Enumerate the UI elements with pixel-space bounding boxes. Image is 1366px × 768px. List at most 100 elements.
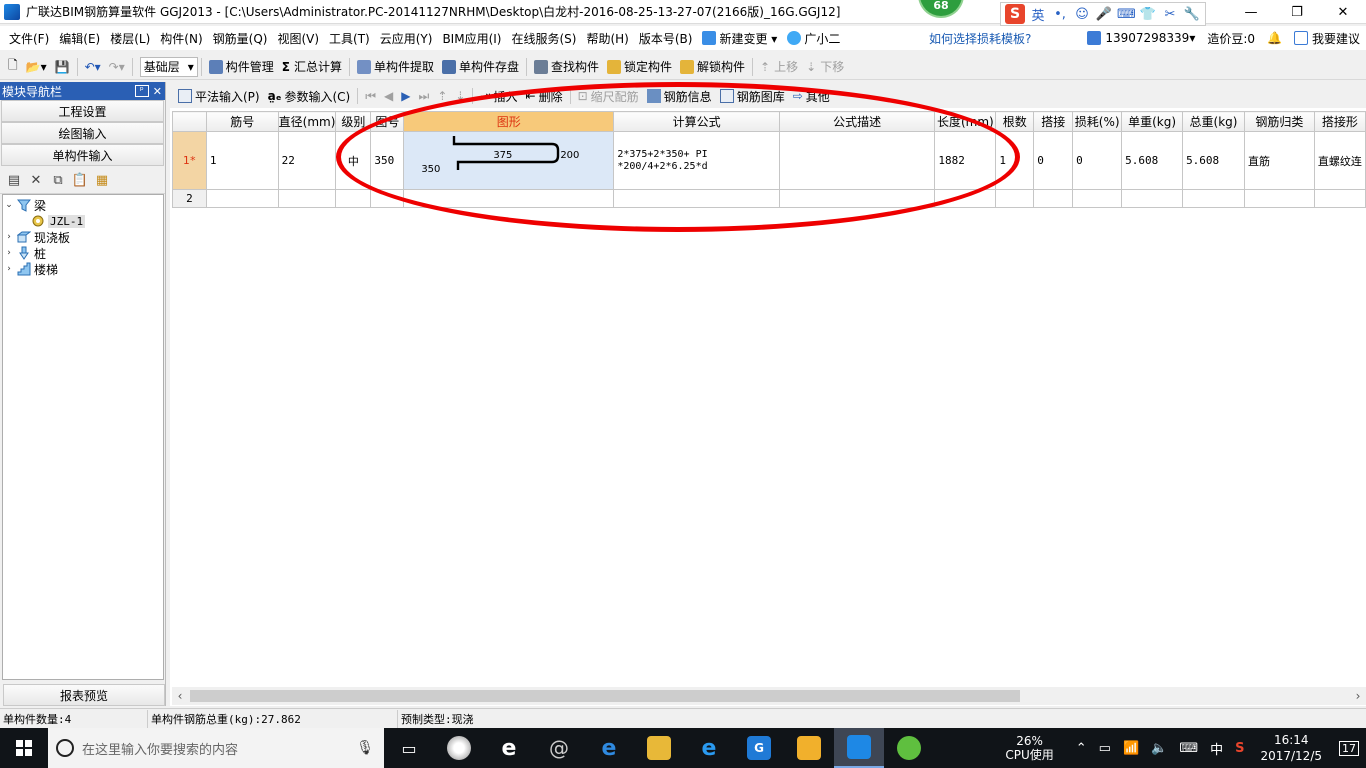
first-record-button[interactable]: ⏮	[361, 85, 380, 107]
col-header-formula[interactable]: 计算公式	[613, 111, 780, 132]
chevron-right-icon[interactable]: ›	[3, 232, 15, 242]
scroll-left-icon[interactable]: ‹	[172, 689, 188, 703]
ime-lang-toggle[interactable]: 英	[1029, 5, 1047, 24]
menu-tools[interactable]: 工具(T)	[324, 30, 375, 47]
cell-unit-weight[interactable]	[1121, 189, 1184, 208]
taskbar-search[interactable]: 在这里输入你要搜索的内容 🎙	[48, 728, 384, 768]
cell-shape-no[interactable]	[370, 189, 405, 208]
floor-layer-select[interactable]: 基础层 ▾	[139, 56, 198, 77]
minimize-button[interactable]: —	[1228, 0, 1274, 24]
other-button[interactable]: ⇨ 其他	[789, 85, 834, 107]
cell-lap-type[interactable]: 直螺纹连	[1313, 131, 1366, 190]
nav-section-project-settings[interactable]: 工程设置	[1, 100, 164, 122]
ime-skin-icon[interactable]: 👕	[1139, 7, 1157, 22]
cell-grade[interactable]: 中	[335, 131, 372, 190]
open-folder-icon[interactable]: 📂▾	[22, 56, 51, 78]
tree-item-jzl-1[interactable]: JZL-1	[3, 213, 163, 229]
pin-icon[interactable]: ᵖ	[134, 84, 149, 97]
start-button[interactable]	[0, 728, 48, 768]
cell-loss[interactable]	[1072, 189, 1123, 208]
cell-loss[interactable]: 0	[1072, 131, 1123, 190]
action-center-button[interactable]: 17	[1332, 740, 1366, 756]
cell-category[interactable]: 直筋	[1243, 131, 1315, 190]
summary-calc-button[interactable]: Σ 汇总计算	[278, 56, 346, 78]
menu-component[interactable]: 构件(N)	[155, 30, 207, 47]
menu-view[interactable]: 视图(V)	[272, 30, 324, 47]
tree-item-stairs[interactable]: › 楼梯	[3, 261, 163, 277]
scale-rebar-button[interactable]: ⊡ 缩尺配筋	[574, 85, 643, 107]
import-icon[interactable]: ▦	[94, 173, 110, 189]
taskbar-app-green[interactable]	[884, 728, 934, 768]
sogou-tray-icon[interactable]: S	[1229, 741, 1250, 756]
loss-template-help-link[interactable]: 如何选择损耗模板?	[929, 30, 1031, 47]
col-header-lap[interactable]: 搭接	[1033, 111, 1074, 132]
ime-toolbar[interactable]: S 英 •, ☺ 🎤 ⌨ 👕 ✂ 🔧	[1000, 2, 1206, 26]
scroll-track[interactable]	[188, 689, 1350, 703]
cell-bar-no[interactable]	[205, 189, 279, 208]
new-change-menu[interactable]: 新建变更 ▾	[697, 30, 782, 47]
find-component-button[interactable]: 查找构件	[530, 56, 603, 78]
table-row[interactable]: 2	[172, 189, 1366, 208]
row-header[interactable]: 2	[172, 189, 207, 208]
cell-total-weight[interactable]	[1182, 189, 1245, 208]
col-header-loss[interactable]: 损耗(%)	[1072, 111, 1123, 132]
scroll-thumb[interactable]	[190, 690, 1020, 702]
nav-section-drawing-input[interactable]: 绘图输入	[1, 122, 164, 144]
cell-formula-desc[interactable]	[778, 131, 936, 190]
nav-section-single-component-input[interactable]: 单构件输入	[1, 144, 164, 166]
taskbar-app-notes[interactable]	[784, 728, 834, 768]
undo-icon[interactable]: ↶▾	[81, 56, 105, 78]
taskbar-app-fan[interactable]	[434, 728, 484, 768]
component-mgmt-button[interactable]: 构件管理	[205, 56, 278, 78]
cell-length[interactable]: 1882	[934, 131, 997, 190]
ime-tools-icon[interactable]: ✂	[1161, 7, 1179, 22]
cell-diameter[interactable]	[277, 189, 337, 208]
grid-move-down-icon[interactable]: ⇣	[451, 85, 469, 107]
cell-formula[interactable]: 2*375+2*350+ PI *200/4+2*6.25*d	[613, 131, 780, 190]
keyboard-icon[interactable]: ⌨	[1173, 741, 1204, 756]
save-component-button[interactable]: 单构件存盘	[438, 56, 523, 78]
wifi-icon[interactable]: 📶	[1117, 741, 1145, 756]
ime-emoji-icon[interactable]: ☺	[1073, 7, 1091, 22]
col-header-total-weight[interactable]: 总重(kg)	[1182, 111, 1245, 132]
taskbar-app-edge[interactable]: e	[584, 728, 634, 768]
chevron-right-icon[interactable]: ›	[3, 264, 15, 274]
cell-lap-type[interactable]	[1313, 189, 1366, 208]
col-header-diameter[interactable]: 直径(mm)	[277, 111, 337, 132]
bell-icon[interactable]: 🔔	[1267, 31, 1282, 45]
cell-grade[interactable]	[335, 189, 372, 208]
taskbar-app-ie-white[interactable]: e	[484, 728, 534, 768]
param-input-button[interactable]: a̤ₑ 参数输入(C)	[264, 85, 355, 107]
next-record-button[interactable]: ▶	[397, 85, 414, 107]
tree-item-cast-slab[interactable]: › 现浇板	[3, 229, 163, 245]
restore-button[interactable]: ❐	[1274, 0, 1320, 24]
sogou-logo-icon[interactable]: S	[1005, 4, 1025, 24]
chevron-down-icon[interactable]: ⌄	[3, 200, 15, 210]
table-row[interactable]: 1* 1 22 中 350 375 200 350 2*375+2*350+ P…	[172, 131, 1366, 190]
cell-unit-weight[interactable]: 5.608	[1121, 131, 1184, 190]
col-header-bar-no[interactable]: 筋号	[205, 111, 279, 132]
cell-bar-no[interactable]: 1	[205, 131, 279, 190]
col-header-category[interactable]: 钢筋归类	[1243, 111, 1315, 132]
taskbar-app-ie[interactable]: e	[684, 728, 734, 768]
col-header-lap-type[interactable]: 搭接形	[1313, 111, 1366, 132]
col-header-count[interactable]: 根数	[995, 111, 1035, 132]
taskbar-app-explorer[interactable]	[634, 728, 684, 768]
mic-icon[interactable]: 🎙	[356, 740, 374, 756]
volume-icon[interactable]: 🔈	[1145, 741, 1173, 756]
ime-punct-icon[interactable]: •,	[1051, 7, 1069, 22]
cell-total-weight[interactable]: 5.608	[1182, 131, 1245, 190]
lock-component-button[interactable]: 锁定构件	[603, 56, 676, 78]
taskbar-app-ggj-active[interactable]	[834, 728, 884, 768]
menu-version[interactable]: 版本号(B)	[634, 30, 698, 47]
ime-keyboard-icon[interactable]: ⌨	[1117, 7, 1136, 22]
user-account[interactable]: 13907298339 ▾	[1087, 31, 1195, 45]
prev-record-button[interactable]: ◀	[380, 85, 397, 107]
properties-icon[interactable]: ▤	[6, 173, 22, 189]
task-view-button[interactable]: ▭	[384, 728, 434, 768]
ime-settings-icon[interactable]: 🔧	[1183, 7, 1201, 22]
flat-input-button[interactable]: 平法输入(P)	[174, 85, 264, 107]
cell-count[interactable]	[995, 189, 1035, 208]
rebar-library-button[interactable]: 钢筋图库	[716, 85, 789, 107]
menu-rebar-qty[interactable]: 钢筋量(Q)	[208, 30, 273, 47]
